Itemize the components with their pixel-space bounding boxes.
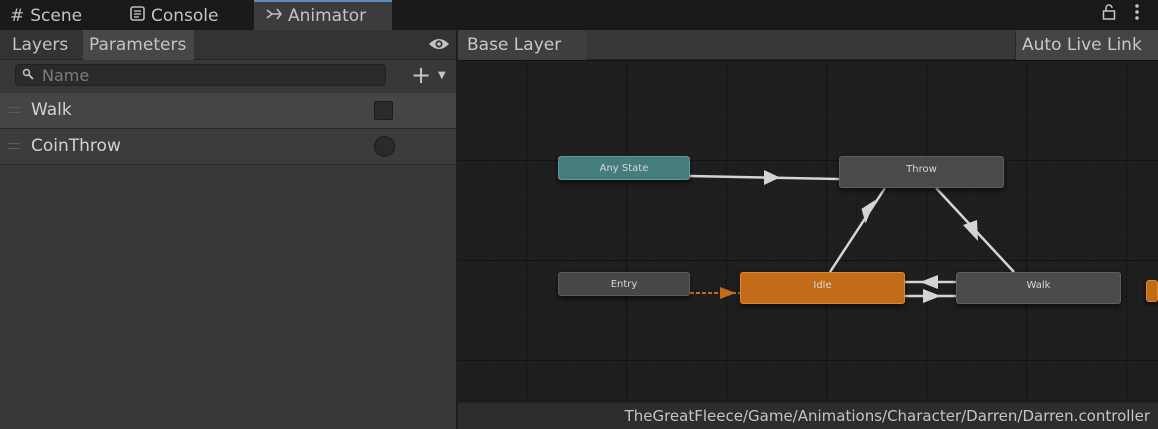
parameter-name: CoinThrow — [31, 136, 121, 156]
parameter-name: Walk — [31, 100, 72, 120]
kebab-menu-icon[interactable] — [1134, 3, 1140, 26]
eye-icon[interactable] — [428, 36, 450, 52]
auto-live-link-toggle[interactable]: Auto Live Link — [1015, 30, 1158, 60]
tab-layers[interactable]: Layers — [6, 30, 74, 60]
search-field[interactable] — [15, 64, 386, 86]
tab-animator[interactable]: Animator — [254, 0, 392, 30]
tab-scene-label: Scene — [30, 6, 83, 26]
tab-scene[interactable]: # Scene — [10, 2, 82, 30]
state-machine-graph[interactable]: Any State Throw Entry Idle Walk Base Lay… — [458, 30, 1158, 429]
breadcrumb-arrow — [576, 30, 586, 60]
console-icon — [130, 6, 145, 26]
bool-checkbox[interactable] — [374, 101, 393, 120]
state-entry[interactable]: Entry — [558, 272, 690, 296]
window-tab-bar: # Scene Console Animator — [0, 0, 1158, 30]
status-bar: TheGreatFleece/Game/Animations/Character… — [458, 402, 1158, 429]
transition-arrowhead — [764, 170, 780, 185]
grid-icon: # — [10, 6, 25, 26]
parameter-row-cointhrow[interactable]: CoinThrow — [0, 129, 456, 165]
transition-arrowhead — [923, 289, 941, 303]
transition-throw-to-idle[interactable] — [828, 187, 887, 273]
state-throw[interactable]: Throw — [839, 156, 1004, 188]
left-panel-tabs: Layers Parameters — [0, 30, 456, 60]
search-input[interactable] — [42, 65, 382, 85]
animator-icon — [266, 6, 283, 26]
state-any-state[interactable]: Any State — [558, 156, 690, 180]
transition-arrowhead — [720, 287, 736, 299]
add-parameter-button[interactable]: + — [411, 61, 431, 89]
transition-edges — [689, 170, 1015, 303]
drag-handle-icon[interactable] — [8, 143, 20, 149]
state-idle[interactable]: Idle — [740, 272, 905, 304]
search-icon — [22, 68, 34, 83]
transition-arrowhead — [920, 275, 938, 289]
tab-animator-label: Animator — [288, 6, 367, 26]
tab-console[interactable]: Console — [130, 2, 219, 30]
trigger-radio[interactable] — [374, 136, 395, 157]
chevron-down-icon[interactable]: ▼ — [438, 70, 446, 81]
drag-handle-icon[interactable] — [8, 107, 20, 113]
state-partial-offscreen[interactable] — [1146, 280, 1158, 302]
tab-console-label: Console — [151, 6, 219, 26]
parameters-panel: Layers Parameters + ▼ Walk CoinThrow — [0, 30, 456, 429]
tab-parameters[interactable]: Parameters — [83, 30, 194, 60]
asset-path: TheGreatFleece/Game/Animations/Character… — [624, 407, 1150, 425]
lock-icon[interactable] — [1102, 4, 1116, 24]
parameter-row-walk[interactable]: Walk — [0, 93, 456, 129]
transition-arrowhead — [963, 220, 978, 241]
graph-toolbar: Base Layer Auto Live Link — [458, 30, 1158, 60]
state-walk[interactable]: Walk — [956, 272, 1121, 304]
breadcrumb[interactable]: Base Layer — [458, 30, 586, 60]
